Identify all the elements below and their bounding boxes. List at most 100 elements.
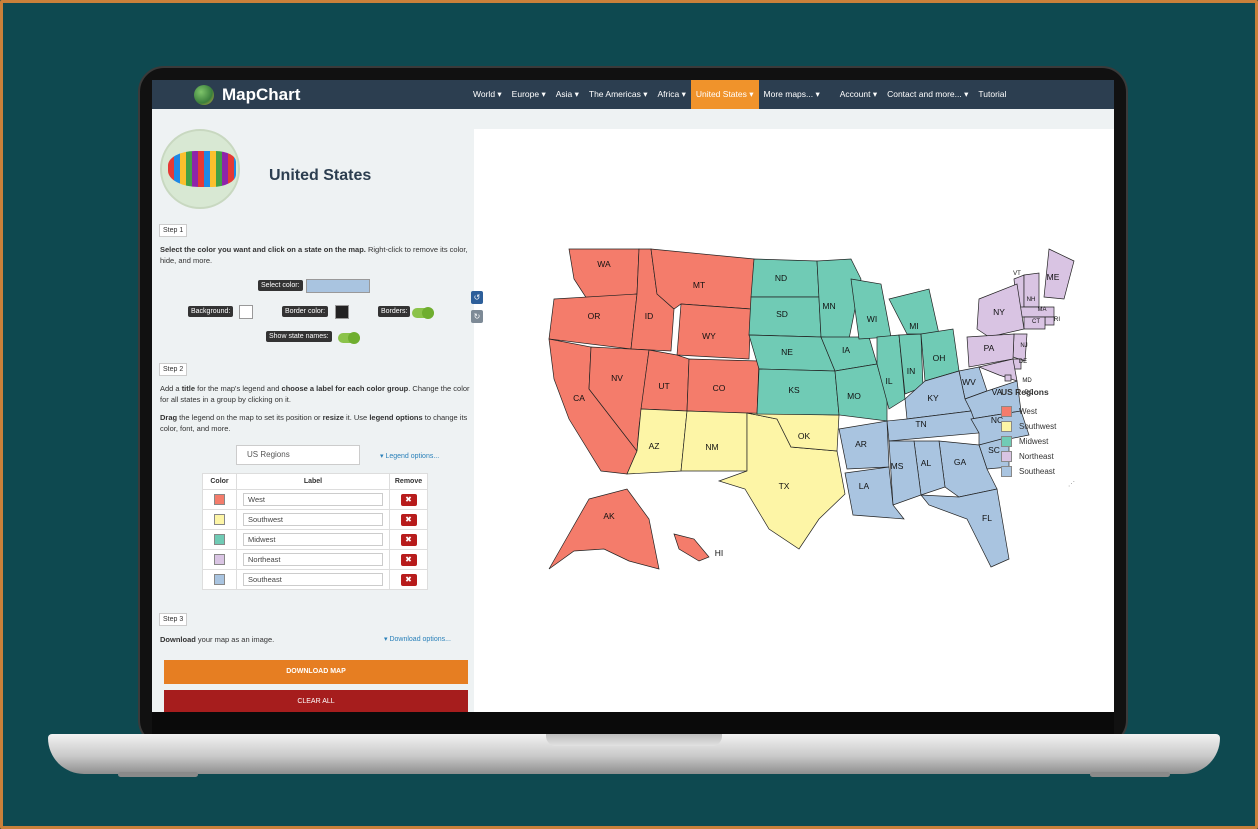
step2-badge: Step 2 bbox=[159, 363, 188, 376]
map-legend[interactable]: US Regions West Southwest Midwest Northeast… bbox=[1001, 387, 1056, 479]
state-label-wi: WI bbox=[867, 314, 877, 324]
borders-toggle[interactable] bbox=[412, 307, 434, 319]
nav-item-5[interactable]: United States ▾ bbox=[690, 80, 759, 109]
screen-bezel bbox=[152, 712, 1114, 734]
group-label-input[interactable]: West bbox=[243, 493, 383, 506]
show-names-label: Show state names: bbox=[266, 331, 332, 342]
group-label-input[interactable]: Southeast bbox=[243, 573, 383, 586]
group-label-input[interactable]: Southwest bbox=[243, 513, 383, 526]
download-map-button[interactable]: DOWNLOAD MAP bbox=[164, 660, 468, 684]
map-legend-title: US Regions bbox=[1001, 387, 1049, 397]
laptop-notch bbox=[546, 734, 722, 746]
remove-group-icon[interactable]: ✖ bbox=[400, 553, 417, 566]
select-color-label: Select color: bbox=[258, 280, 303, 291]
globe-logo-icon bbox=[194, 84, 214, 105]
state-ri[interactable] bbox=[1044, 316, 1055, 326]
remove-group-icon[interactable]: ✖ bbox=[400, 493, 417, 506]
state-label-al: AL bbox=[921, 458, 932, 468]
remove-group-icon[interactable]: ✖ bbox=[400, 533, 417, 546]
nav-item-4[interactable]: Africa ▾ bbox=[652, 80, 690, 109]
remove-group-icon[interactable]: ✖ bbox=[400, 513, 417, 526]
step3-badge: Step 3 bbox=[159, 613, 188, 626]
state-label-de: DE bbox=[1019, 359, 1027, 365]
state-label-ct: CT bbox=[1032, 319, 1040, 325]
nav-item-7[interactable]: Account ▾ bbox=[835, 80, 882, 109]
state-label-hi: HI bbox=[715, 548, 724, 558]
background-color-swatch[interactable] bbox=[239, 305, 253, 319]
top-navbar: MapChart World ▾ Europe ▾ Asia ▾ The Americ… bbox=[152, 80, 1114, 109]
state-fl[interactable] bbox=[920, 488, 1010, 568]
map-area: ↺ ↻ WA OR CA ID NV MT WY UT CO AK HI AZ NM TX OK ND SD NE… bbox=[471, 109, 1114, 712]
state-label-az: AZ bbox=[649, 441, 660, 451]
group-color-swatch[interactable] bbox=[214, 494, 225, 505]
laptop-foot-right bbox=[1090, 772, 1170, 777]
resize-grip-icon[interactable]: ⋰ bbox=[1068, 480, 1075, 488]
group-color-swatch[interactable] bbox=[214, 574, 225, 585]
border-color-swatch[interactable] bbox=[335, 305, 349, 319]
state-label-nh: NH bbox=[1027, 297, 1036, 303]
state-dc[interactable] bbox=[1004, 374, 1012, 382]
map-legend-entry[interactable]: Northeast bbox=[1001, 449, 1056, 464]
group-color-swatch[interactable] bbox=[214, 554, 225, 565]
state-label-ny: NY bbox=[993, 307, 1005, 317]
selected-color-swatch[interactable] bbox=[306, 279, 370, 293]
nav-item-1[interactable]: Europe ▾ bbox=[507, 80, 551, 109]
map-legend-entry[interactable]: Midwest bbox=[1001, 434, 1056, 449]
state-label-ak: AK bbox=[603, 511, 615, 521]
legend-title-input[interactable]: US Regions bbox=[236, 445, 360, 465]
remove-group-icon[interactable]: ✖ bbox=[400, 573, 417, 586]
state-mt[interactable] bbox=[650, 248, 755, 310]
state-label-nj: NJ bbox=[1020, 343, 1027, 349]
group-label-input[interactable]: Midwest bbox=[243, 533, 383, 546]
state-ak[interactable] bbox=[548, 488, 660, 570]
state-label-ri: RI bbox=[1054, 317, 1060, 323]
nav-item-0[interactable]: World ▾ bbox=[468, 80, 507, 109]
nav-item-3[interactable]: The Americas ▾ bbox=[584, 80, 653, 109]
nav-item-6[interactable]: More maps... ▾ bbox=[759, 80, 825, 109]
nav-item-2[interactable]: Asia ▾ bbox=[551, 80, 584, 109]
legend-group-row: Midwest ✖ bbox=[202, 529, 428, 550]
group-color-swatch[interactable] bbox=[214, 534, 225, 545]
state-label-mn: MN bbox=[822, 301, 835, 311]
state-label-oh: OH bbox=[933, 353, 946, 363]
legend-group-row: Southeast ✖ bbox=[202, 569, 428, 590]
state-nm[interactable] bbox=[680, 410, 748, 472]
nav-item-8[interactable]: Contact and more... ▾ bbox=[882, 80, 973, 109]
state-label-fl: FL bbox=[982, 513, 992, 523]
state-ma[interactable] bbox=[1016, 306, 1055, 318]
legend-group-row: West ✖ bbox=[202, 489, 428, 510]
state-label-id: ID bbox=[645, 311, 654, 321]
state-label-md: MD bbox=[1022, 378, 1032, 384]
group-color-swatch[interactable] bbox=[214, 514, 225, 525]
step1-instructions: Select the color you want and click on a… bbox=[160, 245, 468, 265]
laptop-foot-left bbox=[118, 772, 198, 777]
map-legend-entry[interactable]: Southeast bbox=[1001, 464, 1056, 479]
map-legend-entry[interactable]: Southwest bbox=[1001, 419, 1056, 434]
legend-options-link[interactable]: ▾ Legend options... bbox=[380, 452, 439, 460]
download-options-link[interactable]: ▾ Download options... bbox=[384, 635, 451, 643]
legend-groups-table: Color Label Remove West ✖ Southwest ✖ Midwes… bbox=[202, 473, 428, 590]
brand[interactable]: MapChart bbox=[194, 84, 464, 105]
border-color-label: Border color: bbox=[282, 306, 329, 317]
nav-item-9[interactable]: Tutorial bbox=[973, 80, 1011, 109]
clear-all-button[interactable]: CLEAR ALL bbox=[164, 690, 468, 712]
state-wi[interactable] bbox=[850, 278, 892, 340]
us-map-thumbnail bbox=[160, 129, 240, 209]
state-label-ne: NE bbox=[781, 347, 793, 357]
state-tn[interactable] bbox=[886, 410, 980, 442]
group-label-input[interactable]: Northeast bbox=[243, 553, 383, 566]
state-label-ut: UT bbox=[658, 381, 669, 391]
map-legend-swatch bbox=[1001, 436, 1012, 447]
step2-instructions-1: Add a title for the map's legend and cho… bbox=[160, 384, 470, 404]
state-label-mt: MT bbox=[693, 280, 705, 290]
state-hi[interactable] bbox=[673, 533, 710, 562]
state-label-wy: WY bbox=[702, 331, 716, 341]
state-label-ia: IA bbox=[842, 345, 850, 355]
state-label-mo: MO bbox=[847, 391, 861, 401]
map-legend-swatch bbox=[1001, 451, 1012, 462]
map-legend-entry[interactable]: West bbox=[1001, 404, 1056, 419]
state-wa[interactable] bbox=[568, 248, 640, 300]
state-or[interactable] bbox=[548, 293, 638, 350]
step2-instructions-2: Drag the legend on the map to set its po… bbox=[160, 413, 468, 433]
show-names-toggle[interactable] bbox=[338, 332, 360, 344]
